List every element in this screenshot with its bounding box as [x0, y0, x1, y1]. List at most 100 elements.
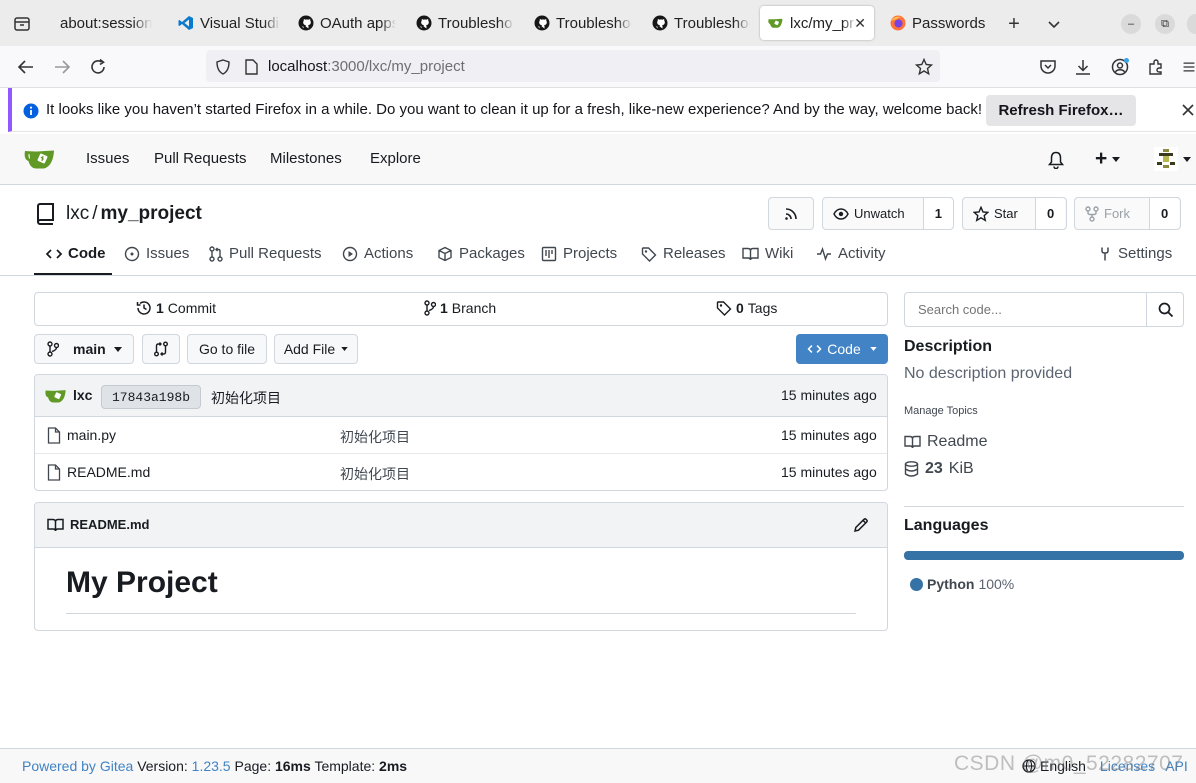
new-tab-icon[interactable]: +: [1004, 13, 1024, 35]
back-arrow-icon[interactable]: [14, 55, 38, 79]
watch-button[interactable]: Unwatch 1: [822, 197, 954, 230]
tab-code[interactable]: Code: [46, 245, 106, 262]
refresh-firefox-button[interactable]: Refresh Firefox…: [986, 95, 1136, 126]
tab-actions[interactable]: Actions: [342, 245, 413, 262]
language-item[interactable]: Python 100%: [910, 576, 1014, 592]
user-menu[interactable]: [1154, 147, 1196, 171]
downloads-icon[interactable]: [1073, 57, 1093, 77]
fork-count[interactable]: 0: [1149, 198, 1180, 229]
tab-list-chevron-icon[interactable]: [1044, 14, 1064, 34]
file-time: 15 minutes ago: [781, 427, 877, 443]
file-commit-message[interactable]: 初始化项目: [340, 464, 410, 484]
manage-topics-link[interactable]: Manage Topics: [904, 405, 978, 417]
tab-wiki[interactable]: Wiki: [742, 245, 793, 262]
repo-name-link[interactable]: my_project: [101, 203, 202, 224]
tab-vscode[interactable]: Visual Studio Code: [170, 6, 282, 40]
tag-icon: [716, 300, 732, 316]
tab-troubleshooting-3[interactable]: Troubleshooting: [644, 6, 752, 40]
star-button[interactable]: Star 0: [962, 197, 1067, 230]
file-name[interactable]: main.py: [67, 427, 116, 443]
gitea-logo-icon[interactable]: [24, 147, 56, 171]
tab-lxc-my-project[interactable]: lxc/my_project ✕: [760, 6, 874, 40]
search-button[interactable]: [1146, 292, 1184, 327]
star-count[interactable]: 0: [1035, 198, 1066, 229]
tab-pull-requests[interactable]: Pull Requests: [209, 245, 322, 262]
shield-icon[interactable]: [214, 58, 232, 76]
forward-arrow-icon[interactable]: [50, 55, 74, 79]
tab-activity[interactable]: Activity: [816, 245, 886, 262]
fork-button[interactable]: Fork 0: [1074, 197, 1181, 230]
close-window-icon[interactable]: [1187, 14, 1196, 34]
tab-sessionrestore[interactable]: about:sessionrestore: [48, 6, 160, 40]
rss-button[interactable]: [768, 197, 814, 230]
branch-selector[interactable]: main: [34, 334, 134, 364]
tab-overview-icon[interactable]: [12, 14, 32, 34]
extensions-icon[interactable]: [1146, 57, 1166, 77]
edit-pencil-icon[interactable]: [853, 517, 869, 533]
nav-issues[interactable]: Issues: [86, 150, 129, 167]
page-info-icon[interactable]: [242, 58, 260, 76]
nav-explore[interactable]: Explore: [370, 150, 421, 167]
info-icon: [22, 102, 39, 119]
tabs-divider: [0, 275, 1196, 276]
tab-projects[interactable]: Projects: [541, 245, 617, 262]
bookmark-star-icon[interactable]: [914, 57, 934, 77]
readme-filename[interactable]: README.md: [70, 517, 149, 532]
close-tab-icon[interactable]: ✕: [854, 15, 866, 32]
description-title: Description: [904, 338, 993, 355]
tab-troubleshooting-1[interactable]: Troubleshooting: [408, 6, 516, 40]
book-icon: [47, 518, 64, 532]
tab-passwords[interactable]: Passwords: [882, 6, 994, 40]
clone-code-button[interactable]: Code: [796, 334, 888, 364]
pull-request-icon: [209, 245, 223, 262]
close-notification-icon[interactable]: [1178, 100, 1196, 120]
repo-owner-link[interactable]: lxc: [66, 203, 89, 224]
commits-link[interactable]: 1 Commit: [136, 300, 216, 316]
create-new-button[interactable]: +: [1095, 148, 1129, 170]
tags-link[interactable]: 0 Tags: [716, 300, 777, 316]
latest-commit-row: lxc 17843a198b 初始化项目 15 minutes ago: [35, 375, 887, 417]
account-icon[interactable]: [1110, 57, 1130, 77]
version-link[interactable]: 1.23.5: [192, 758, 231, 774]
compare-icon: [153, 341, 169, 357]
menu-icon[interactable]: [1182, 57, 1196, 77]
firefox-icon: [890, 15, 906, 31]
restore-window-icon[interactable]: ⧉: [1155, 14, 1175, 34]
author-avatar[interactable]: [45, 387, 67, 405]
tab-releases[interactable]: Releases: [641, 245, 726, 262]
commit-sha-button[interactable]: 17843a198b: [101, 385, 201, 409]
file-commit-message[interactable]: 初始化项目: [340, 427, 410, 447]
star-icon: [973, 205, 989, 222]
reload-icon[interactable]: [86, 55, 110, 79]
go-to-file-button[interactable]: Go to file: [187, 334, 267, 364]
powered-by-gitea-link[interactable]: Powered by Gitea: [22, 758, 133, 774]
branches-link[interactable]: 1 Branch: [424, 300, 496, 316]
language-bar[interactable]: [904, 551, 1184, 560]
search-code-input[interactable]: [904, 292, 1184, 327]
nav-pull-requests[interactable]: Pull Requests: [154, 150, 247, 167]
languages-title: Languages: [904, 517, 989, 534]
file-name[interactable]: README.md: [67, 464, 150, 480]
table-row[interactable]: main.py 初始化项目 15 minutes ago: [35, 417, 887, 454]
readme-link[interactable]: Readme: [904, 433, 987, 451]
commit-message[interactable]: 初始化项目: [211, 388, 281, 408]
sidebar-divider: [904, 506, 1184, 507]
pocket-icon[interactable]: [1038, 57, 1058, 77]
nav-milestones[interactable]: Milestones: [270, 150, 342, 167]
readme-header: README.md: [35, 503, 887, 548]
add-file-button[interactable]: Add File: [274, 334, 358, 364]
tab-settings[interactable]: Settings: [1098, 245, 1172, 262]
footer-info: Powered by Gitea Version: 1.23.5 Page: 1…: [22, 758, 408, 774]
watch-count[interactable]: 1: [922, 198, 953, 229]
tab-issues[interactable]: Issues: [124, 245, 189, 262]
compare-button[interactable]: [142, 334, 180, 364]
bell-icon[interactable]: [1046, 150, 1066, 170]
url-text[interactable]: localhost:3000/lxc/my_project: [268, 58, 465, 75]
tab-oauth-apps[interactable]: OAuth apps: [290, 6, 398, 40]
tab-troubleshooting-2[interactable]: Troubleshooting: [526, 6, 634, 40]
tab-packages[interactable]: Packages: [437, 245, 525, 262]
commit-author[interactable]: lxc: [73, 387, 92, 403]
table-row[interactable]: README.md 初始化项目 15 minutes ago: [35, 454, 887, 490]
repo-size: 23 KiB: [904, 460, 974, 478]
minimize-window-icon[interactable]: –: [1121, 14, 1141, 34]
